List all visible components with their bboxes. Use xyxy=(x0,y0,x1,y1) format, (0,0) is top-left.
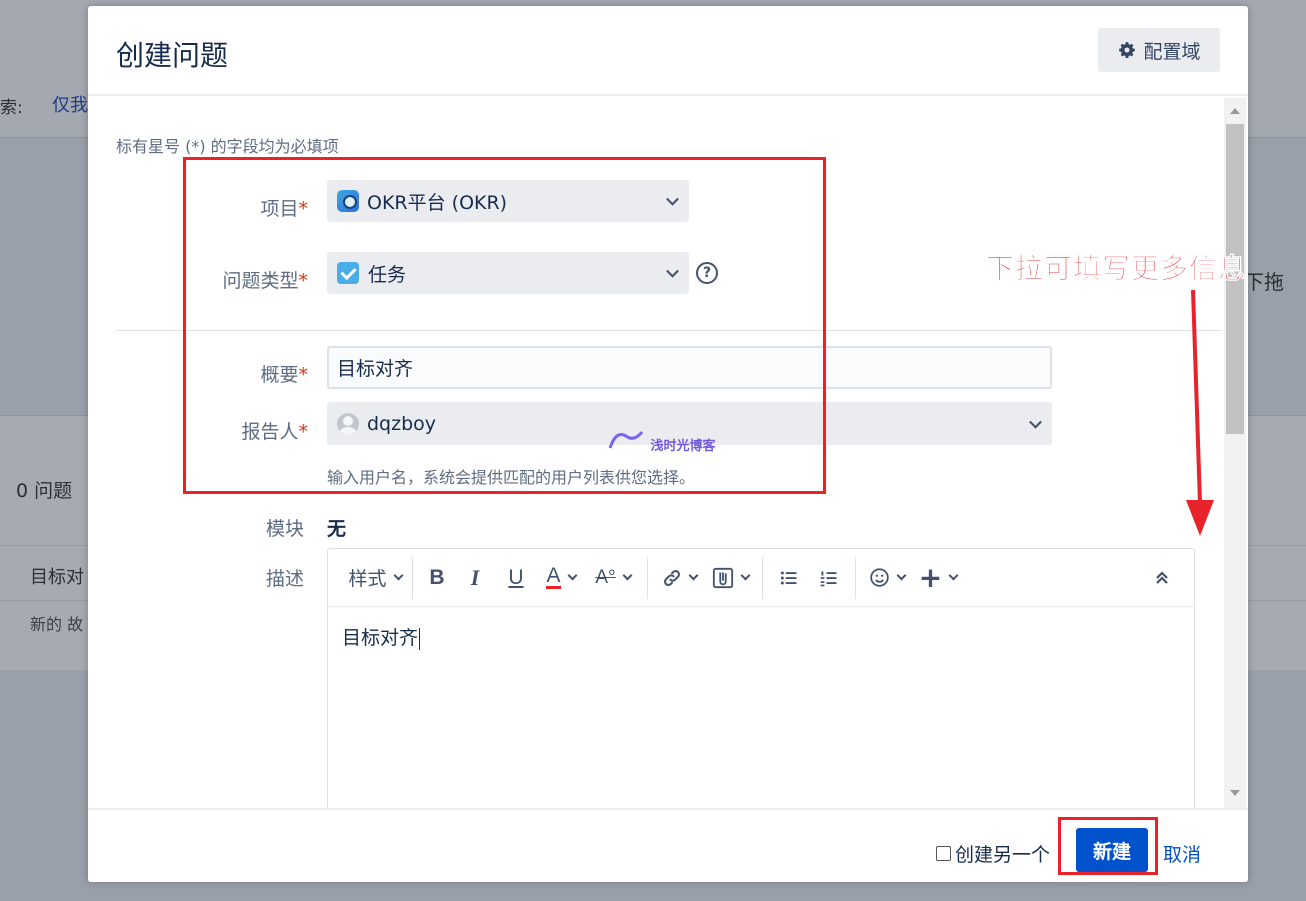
italic-icon[interactable]: I xyxy=(455,558,495,598)
insert-more-button[interactable]: + xyxy=(912,558,964,598)
chevron-down-icon xyxy=(688,570,698,581)
annotation-arrow-down-icon xyxy=(1186,289,1214,536)
chevron-down-icon xyxy=(1029,415,1042,429)
chevron-down-icon xyxy=(948,570,959,581)
underline-icon[interactable]: U xyxy=(495,558,537,598)
dialog-header: 创建问题 配置域 xyxy=(88,6,1248,96)
style-dropdown-button[interactable]: 样式 xyxy=(344,558,406,598)
chevron-down-icon xyxy=(896,570,907,581)
scroll-down-arrow-icon[interactable] xyxy=(1230,790,1240,796)
background-drag-hint: 下拖 xyxy=(1244,270,1284,294)
double-chevron-up-icon xyxy=(1156,570,1168,584)
configure-fields-label: 配置域 xyxy=(1143,40,1201,63)
background-search-link: 仅我 xyxy=(52,95,88,116)
toolbar-separator xyxy=(855,556,856,599)
background-issue-title: 目标对 xyxy=(30,567,84,588)
collapse-toolbar-button[interactable] xyxy=(1142,558,1182,598)
text-color-button[interactable]: A xyxy=(537,558,585,598)
bullet-list-icon[interactable] xyxy=(769,558,809,598)
scroll-up-arrow-icon[interactable] xyxy=(1230,108,1240,114)
text-color-icon: A xyxy=(546,564,561,589)
chevron-down-icon xyxy=(393,570,403,581)
chevron-down-icon xyxy=(622,570,633,581)
toolbar-separator xyxy=(647,556,648,599)
required-fields-note: 标有星号 (*) 的字段均为必填项 xyxy=(116,137,339,156)
chevron-down-icon xyxy=(740,570,750,581)
link-button[interactable] xyxy=(654,558,704,598)
attachment-icon xyxy=(712,567,733,588)
toolbar-separator xyxy=(762,556,763,599)
style-dropdown-label: 样式 xyxy=(348,568,387,590)
gear-icon xyxy=(1119,42,1136,58)
annotation-text: 下拉可填写更多信息 xyxy=(986,252,1248,286)
watermark-icon xyxy=(608,431,644,449)
description-content[interactable]: 目标对齐 xyxy=(342,623,421,650)
description-label: 描述 xyxy=(265,568,304,590)
strikethrough-icon: A° xyxy=(595,566,616,588)
module-value: 无 xyxy=(327,518,347,540)
more-formatting-button[interactable]: A° xyxy=(585,558,641,598)
watermark-logo: 浅时光博客 xyxy=(606,428,716,454)
numbered-list-icon[interactable] xyxy=(809,558,849,598)
create-another-checkbox[interactable]: 创建另一个 xyxy=(936,840,1050,867)
emoji-button[interactable] xyxy=(862,558,912,598)
background-issue-count: 0 问题 xyxy=(16,480,73,502)
create-another-label: 创建另一个 xyxy=(955,844,1051,866)
text-caret xyxy=(419,627,421,650)
module-label: 模块 xyxy=(265,518,304,540)
emoji-icon xyxy=(870,568,889,587)
dialog-title: 创建问题 xyxy=(116,39,229,72)
configure-fields-button[interactable]: 配置域 xyxy=(1098,28,1220,72)
attachment-button[interactable] xyxy=(704,558,756,598)
link-icon xyxy=(663,569,680,586)
background-search-label: 索: xyxy=(0,98,23,118)
background-new-story: 新的 故 xyxy=(30,615,84,634)
checkbox-box[interactable] xyxy=(936,846,951,861)
plus-icon: + xyxy=(918,561,943,594)
description-editor[interactable]: 样式 B I U A A° + 目标对齐 xyxy=(327,548,1195,808)
annotation-box-required-fields xyxy=(183,157,826,494)
editor-toolbar: 样式 B I U A A° + xyxy=(328,549,1194,607)
bold-icon[interactable]: B xyxy=(419,558,455,598)
toolbar-separator xyxy=(412,556,413,599)
annotation-box-create-button xyxy=(1058,817,1158,875)
chevron-down-icon xyxy=(567,570,577,581)
cancel-link[interactable]: 取消 xyxy=(1163,840,1201,867)
dialog-scrollbar[interactable] xyxy=(1224,98,1246,808)
